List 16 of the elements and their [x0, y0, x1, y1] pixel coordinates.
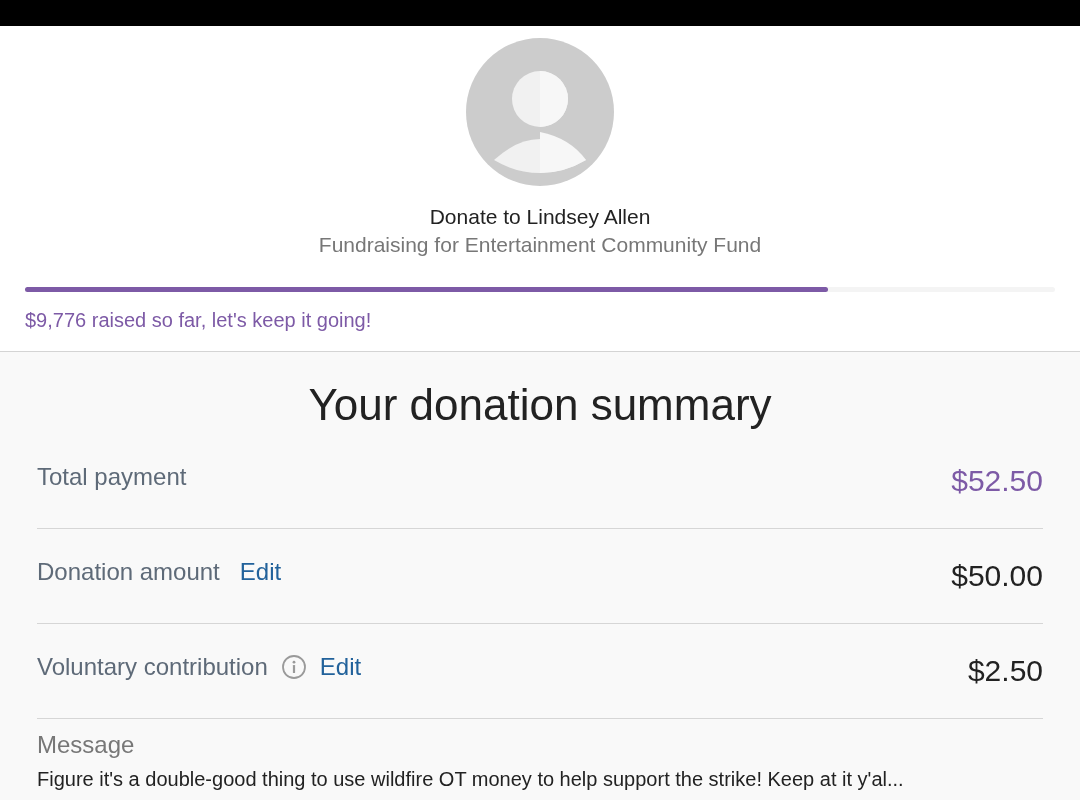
- raised-caption: $9,776 raised so far, let's keep it going!: [24, 308, 373, 333]
- fundraiser-subtitle: Fundraising for Entertainment Community Fund: [317, 232, 763, 258]
- info-icon[interactable]: [281, 655, 306, 679]
- donate-title: Donate to Lindsey Allen: [428, 204, 652, 230]
- summary-title: Your donation summary: [307, 379, 773, 431]
- row-label: Total payment: [37, 462, 187, 492]
- avatar-icon: [466, 38, 614, 186]
- row-amount: $52.50: [951, 463, 1043, 499]
- row-amount: $2.50: [967, 653, 1043, 689]
- edit-link[interactable]: Edit: [239, 556, 282, 588]
- row-label: Voluntary contribution: [37, 652, 268, 682]
- message-label: Message: [37, 730, 136, 760]
- row-label: Donation amount: [37, 557, 220, 587]
- edit-link[interactable]: Edit: [319, 651, 362, 683]
- message-text: Figure it's a double-good thing to use wildfire OT money to help support the strike! Keep at it y'al...: [37, 767, 905, 792]
- row-amount: $50.00: [951, 558, 1043, 594]
